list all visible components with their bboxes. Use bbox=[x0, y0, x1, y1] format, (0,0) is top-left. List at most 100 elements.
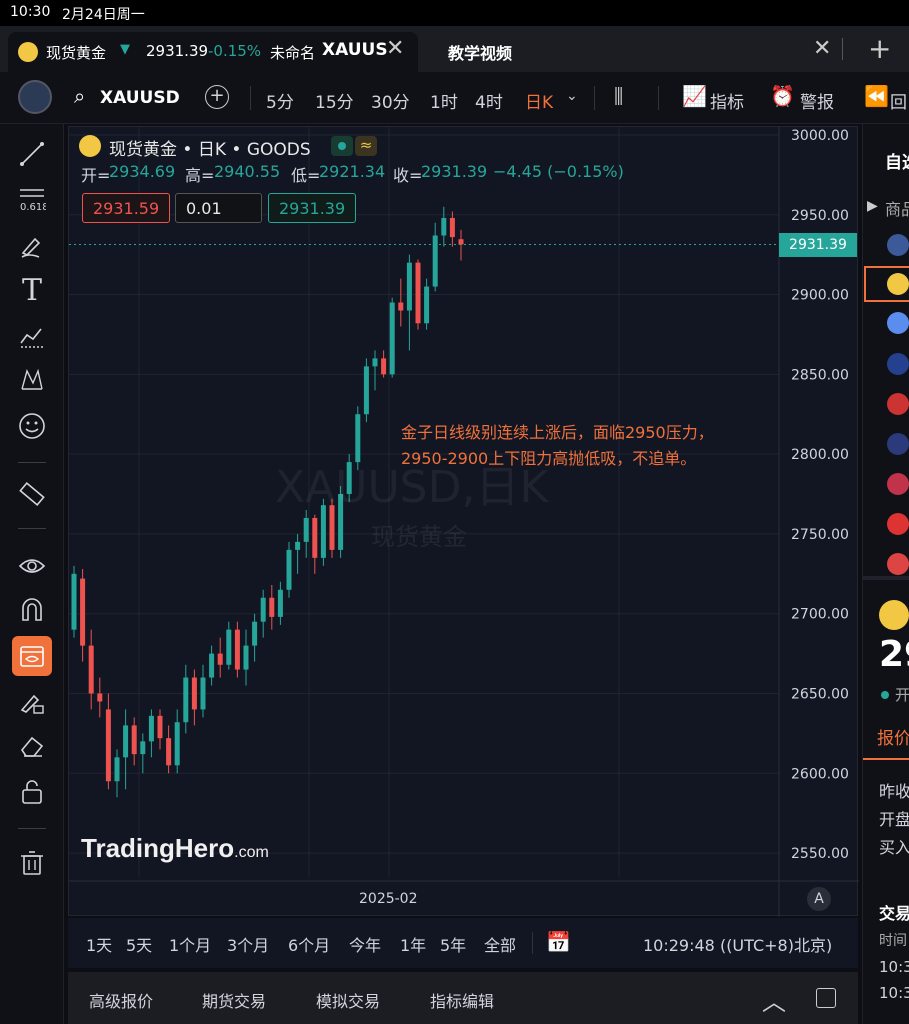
tab-advanced-quote[interactable]: 高级报价 bbox=[89, 988, 153, 1012]
candle-body bbox=[105, 709, 111, 782]
brand-suffix: .com bbox=[234, 844, 269, 861]
sell-price-box[interactable]: 2931.59 bbox=[82, 193, 170, 223]
eye-icon[interactable] bbox=[12, 546, 52, 586]
tab-gold[interactable]: 现货黄金 ▼ 2931.39 -0.15% 未命名 XAUUS ✕ bbox=[8, 32, 418, 72]
text-tool-icon[interactable]: T bbox=[12, 270, 52, 310]
new-tab-icon[interactable]: + bbox=[868, 32, 891, 65]
candle-body bbox=[191, 677, 197, 710]
add-symbol-icon[interactable]: + bbox=[205, 85, 229, 109]
eraser-icon[interactable] bbox=[12, 726, 52, 766]
candle-body bbox=[372, 358, 378, 367]
candle-body bbox=[441, 217, 447, 236]
timeframe-daily[interactable]: 日K bbox=[525, 88, 553, 113]
close-tab-icon[interactable]: ✕ bbox=[386, 36, 404, 61]
watermark-name: 现货黄金 bbox=[371, 523, 467, 551]
unlock-icon[interactable] bbox=[12, 772, 52, 812]
pencil-lock-icon[interactable] bbox=[12, 682, 52, 722]
eu-us-flag-icon[interactable] bbox=[887, 353, 909, 375]
trash-icon[interactable] bbox=[12, 842, 52, 882]
timeframe-30m[interactable]: 30分 bbox=[371, 88, 410, 113]
candle-body bbox=[389, 302, 395, 375]
timeframe-15m[interactable]: 15分 bbox=[315, 88, 354, 113]
auto-scale-button[interactable]: A bbox=[807, 887, 831, 911]
candle-body bbox=[277, 589, 283, 617]
candle-body bbox=[217, 653, 223, 665]
au-us-flag-icon[interactable] bbox=[887, 433, 909, 455]
wave-icon: ≈ bbox=[355, 136, 377, 156]
close-window-icon[interactable]: ✕ bbox=[813, 36, 831, 61]
indicators-icon[interactable]: 📈 bbox=[682, 84, 707, 108]
tab-indicator-editor[interactable]: 指标编辑 bbox=[430, 988, 494, 1012]
bottom-panel-tabs: 高级报价 期货交易 模拟交易 指标编辑 ︿ bbox=[68, 972, 858, 1024]
candle-body bbox=[243, 645, 249, 670]
price-chart[interactable]: 3000.00 2950.00 2900.00 2850.00 2800.00 2750.… bbox=[68, 126, 859, 917]
brush-icon[interactable] bbox=[12, 226, 52, 266]
legend-close-label: 收= bbox=[393, 166, 423, 185]
gold-coin-icon[interactable] bbox=[887, 273, 909, 295]
watchlist-header[interactable]: 自选 bbox=[885, 148, 909, 173]
tab-paper-trading[interactable]: 模拟交易 bbox=[316, 988, 380, 1012]
range-1m[interactable]: 1个月 bbox=[169, 932, 211, 956]
range-3m[interactable]: 3个月 bbox=[227, 932, 269, 956]
range-5d[interactable]: 5天 bbox=[126, 932, 152, 956]
us-jp-flag-icon[interactable] bbox=[887, 393, 909, 415]
detail-tab-quote[interactable]: 报价 bbox=[877, 724, 909, 749]
tab-tutorial[interactable]: 教学视频 bbox=[448, 40, 512, 64]
y-tick-label: 2550.00 bbox=[791, 846, 849, 862]
legend-change: −4.45 (−0.15%) bbox=[493, 162, 624, 181]
maximize-icon[interactable] bbox=[816, 988, 836, 1008]
range-5y[interactable]: 5年 bbox=[440, 932, 466, 956]
symbol-search[interactable]: XAUUSD bbox=[100, 88, 180, 108]
annotation-line-2[interactable]: 2950-2900上下阻力高抛低吸，不追单。 bbox=[401, 445, 696, 469]
xabcd-icon[interactable] bbox=[12, 360, 52, 400]
fibonacci-icon[interactable]: 0.618 bbox=[12, 180, 52, 220]
candle-body bbox=[449, 217, 455, 238]
chevron-up-icon[interactable]: ︿ bbox=[762, 982, 786, 1017]
range-all[interactable]: 全部 bbox=[484, 932, 516, 956]
trades-header: 交易 bbox=[879, 904, 909, 923]
tools-divider bbox=[18, 528, 46, 529]
buy-price-box[interactable]: 2931.39 bbox=[268, 193, 356, 223]
search-icon[interactable]: ⌕ bbox=[74, 84, 85, 108]
calendar-eye-icon[interactable] bbox=[12, 636, 52, 676]
candlestick-type-icon[interactable]: ⫼ bbox=[614, 84, 623, 108]
collapse-icon[interactable]: ▶ bbox=[867, 198, 878, 214]
timeframe-5m[interactable]: 5分 bbox=[266, 88, 294, 113]
annotation-line-1[interactable]: 金子日线级别连续上涨后，面临2950压力， bbox=[401, 419, 714, 443]
goto-date-icon[interactable]: 📅 bbox=[546, 930, 571, 954]
indicators-button[interactable]: 指标 bbox=[710, 88, 744, 113]
timeframe-1h[interactable]: 1时 bbox=[430, 88, 458, 113]
tools-divider bbox=[18, 828, 46, 829]
timeframe-4h[interactable]: 4时 bbox=[475, 88, 503, 113]
pattern-icon[interactable] bbox=[12, 316, 52, 356]
clock-timezone[interactable]: 10:29:48 ((UTC+8)北京) bbox=[643, 932, 832, 956]
ruler-icon[interactable] bbox=[12, 474, 52, 514]
chevron-down-icon[interactable]: ⌄ bbox=[566, 88, 578, 104]
range-1d[interactable]: 1天 bbox=[86, 932, 112, 956]
candle-body bbox=[226, 629, 232, 665]
watchlist-col-symbol: 商品 bbox=[885, 200, 909, 219]
avatar[interactable] bbox=[18, 80, 52, 114]
alarm-clock-icon[interactable]: ⏰ bbox=[770, 84, 795, 108]
trade-time-2: 10:3 bbox=[879, 984, 909, 1002]
us-ch-flag-icon[interactable] bbox=[887, 513, 909, 535]
replay-button[interactable]: 回 bbox=[890, 88, 907, 113]
magnet-icon[interactable] bbox=[12, 590, 52, 630]
range-1y[interactable]: 1年 bbox=[400, 932, 426, 956]
smile-icon[interactable] bbox=[12, 406, 52, 446]
candle-body bbox=[406, 262, 412, 311]
replay-icon[interactable]: ⏪ bbox=[864, 84, 889, 108]
trend-line-icon[interactable] bbox=[12, 134, 52, 174]
gold-coin-icon bbox=[79, 135, 101, 157]
candle-body bbox=[174, 722, 180, 766]
gb-us-flag-icon[interactable] bbox=[887, 473, 909, 495]
range-ytd[interactable]: 今年 bbox=[349, 932, 381, 956]
crypto-icon[interactable] bbox=[887, 312, 909, 334]
alerts-button[interactable]: 警报 bbox=[800, 88, 834, 113]
candle-body bbox=[269, 597, 275, 617]
us-ca-flag-icon[interactable] bbox=[887, 553, 909, 575]
quantity-box[interactable]: 0.01 bbox=[175, 193, 262, 223]
tab-futures-trading[interactable]: 期货交易 bbox=[202, 988, 266, 1012]
range-6m[interactable]: 6个月 bbox=[288, 932, 330, 956]
us-flag-icon[interactable] bbox=[887, 234, 909, 256]
